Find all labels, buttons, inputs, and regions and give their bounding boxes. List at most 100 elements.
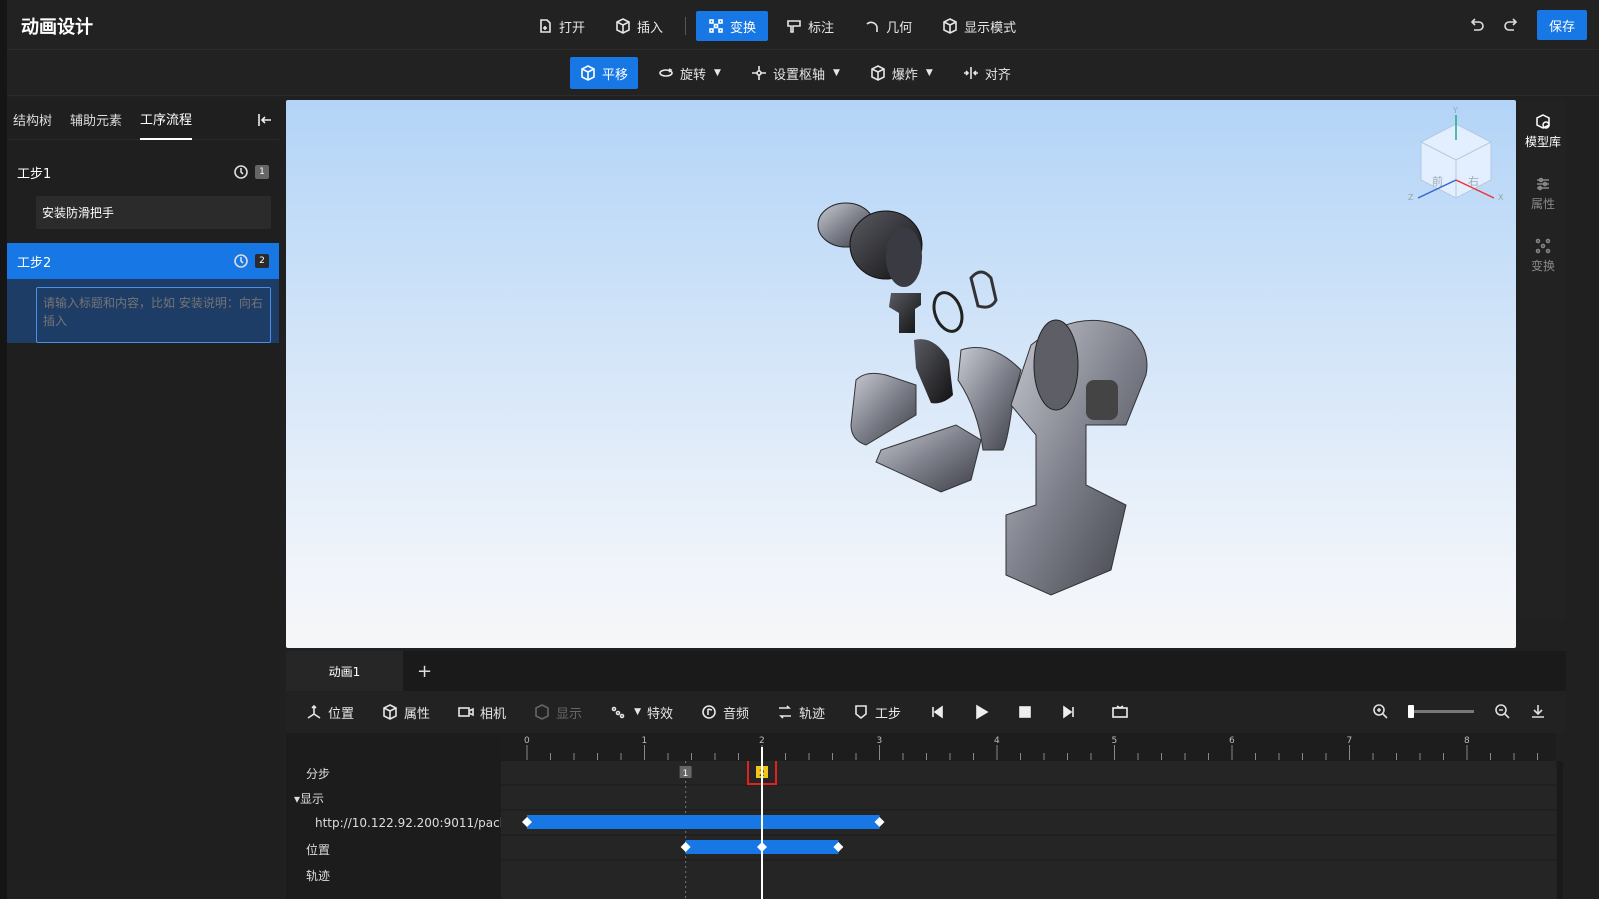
chevron-down-icon: ▼ (832, 68, 840, 78)
previous-frame-icon[interactable] (929, 704, 945, 720)
front-face-label: 前 (1432, 174, 1443, 188)
step-marker: 1 (679, 766, 692, 779)
zoom-slider-knob[interactable] (1408, 704, 1414, 718)
ruler-tick-label: 2 (759, 736, 765, 746)
download-icon[interactable] (1530, 703, 1546, 719)
properties-button[interactable]: 属性 (1520, 162, 1566, 224)
animation-tabs: 动画1 + (286, 651, 1566, 691)
chevron-down-icon: ▼ (714, 68, 721, 78)
align-icon (963, 65, 979, 81)
track-labels: 分步 ▾显示 http://10.122.92.200:9011/pack...… (286, 733, 518, 899)
menu-transform[interactable]: 变换 (696, 11, 769, 41)
top-right-actions: 保存 (1469, 10, 1587, 40)
step-description-input[interactable] (36, 287, 271, 343)
clock-settings-icon[interactable] (233, 253, 249, 269)
model-library-button[interactable]: 模型库 (1520, 100, 1566, 162)
trajectory-icon (777, 704, 793, 720)
3d-viewport[interactable]: Y X Z 前 右 (286, 100, 1516, 648)
step-title: 工步1 (17, 166, 52, 182)
explode-button[interactable]: 爆炸 ▼ (860, 57, 943, 89)
clock-settings-icon[interactable] (233, 164, 249, 180)
left-panel: 结构树 辅助元素 工序流程 工步1 1 安装防滑把手 工步2 2 (7, 100, 279, 880)
track-label-steps: 分步 (306, 767, 331, 781)
step-1[interactable]: 工步1 1 (7, 154, 279, 190)
transform-submenu: 平移 旋转 ▼ 设置枢轴 ▼ 爆炸 ▼ 对齐 (570, 57, 1021, 89)
timeline-toolbar: 位置 属性 相机 显示 ▼ 特效 音频 轨迹 工步 (286, 691, 1566, 733)
add-animation-button[interactable]: + (417, 661, 432, 682)
pivot-icon (751, 65, 767, 81)
display-cube-icon (534, 704, 550, 720)
menu-geometry[interactable]: 几何 (852, 11, 924, 41)
save-button[interactable]: 保存 (1536, 10, 1587, 40)
transform-panel-button[interactable]: 变换 (1520, 224, 1566, 286)
model-library-icon (1536, 113, 1550, 129)
add-trajectory-track-button[interactable]: 轨迹 (777, 703, 825, 722)
menu-separator (685, 17, 687, 35)
tab-auxiliary-elements[interactable]: 辅助元素 (70, 100, 122, 139)
step-icons: 1 (233, 164, 269, 180)
step-title: 工步2 (17, 255, 52, 271)
add-position-track-button[interactable]: 位置 (306, 703, 354, 722)
view-cube: Y X Z 前 右 (1408, 106, 1504, 202)
tab-structure-tree[interactable]: 结构树 (13, 100, 52, 139)
collapse-panel-icon[interactable] (257, 112, 273, 128)
rotate-button[interactable]: 旋转 ▼ (648, 57, 731, 89)
next-frame-icon[interactable] (1061, 704, 1077, 720)
top-toolbar: 动画设计 打开 插入 变换 标注 几何 显示模式 保存 (7, 0, 1599, 50)
transform-icon (708, 18, 724, 34)
redo-icon[interactable] (1503, 17, 1519, 33)
cube-icon (615, 18, 631, 34)
menu-insert[interactable]: 插入 (603, 11, 675, 41)
timeline-zoom-slider[interactable] (1408, 704, 1474, 718)
step-2[interactable]: 工步2 2 (7, 243, 279, 279)
stop-icon[interactable] (1017, 704, 1033, 720)
timeline-zoom-controls (1372, 703, 1546, 719)
camera-icon (458, 704, 474, 720)
right-panel: 模型库 属性 变换 (1520, 100, 1566, 620)
audio-icon (701, 704, 717, 720)
explode-cube-icon (870, 65, 886, 81)
axis-z-label: Z (1408, 193, 1414, 202)
timeline-scrollbar[interactable] (1557, 761, 1563, 899)
playback-mode-icon[interactable] (1105, 704, 1135, 720)
ruler-tick-label: 8 (1464, 736, 1470, 746)
menu-open[interactable]: 打开 (525, 11, 597, 41)
app-window: 动画设计 打开 插入 变换 标注 几何 显示模式 保存 平移 旋转 ▼ 设置枢轴… (7, 0, 1599, 899)
tab-animation-1[interactable]: 动画1 (286, 651, 403, 691)
chevron-down-icon: ▼ (925, 68, 933, 78)
axes-icon (306, 704, 322, 720)
timeline-panel: 动画1 + 位置 属性 相机 显示 ▼ 特效 音频 轨迹 工步 分步 ▾显示 h… (286, 651, 1566, 899)
timeline-tracks[interactable]: 12 (501, 761, 1556, 899)
add-display-track-button[interactable]: 显示 (534, 703, 582, 722)
add-effect-track-button[interactable]: ▼ 特效 (610, 703, 673, 722)
menu-display-mode[interactable]: 显示模式 (930, 11, 1028, 41)
translate-button[interactable]: 平移 (570, 57, 639, 89)
step-icons: 2 (233, 253, 269, 269)
set-pivot-button[interactable]: 设置枢轴 ▼ (741, 57, 850, 89)
add-audio-track-button[interactable]: 音频 (701, 703, 749, 722)
zoom-in-icon[interactable] (1372, 703, 1388, 719)
right-face-label: 右 (1468, 174, 1479, 188)
undo-icon[interactable] (1469, 17, 1485, 33)
drill-model[interactable]: Y X Z 前 右 (286, 100, 1516, 648)
menu-annotate[interactable]: 标注 (774, 11, 846, 41)
timeline-body: 分步 ▾显示 http://10.122.92.200:9011/pack...… (286, 733, 1566, 899)
zoom-out-icon[interactable] (1494, 703, 1510, 719)
time-ruler[interactable]: 0 1 2 3 4 5 6 7 8 (501, 733, 1556, 761)
track-label-display[interactable]: ▾显示 (294, 790, 324, 807)
align-button[interactable]: 对齐 (953, 57, 1021, 89)
chevron-down-icon: ▼ (634, 707, 641, 717)
sliders-icon (1537, 177, 1549, 190)
play-icon[interactable] (973, 704, 989, 720)
add-property-track-button[interactable]: 属性 (382, 703, 430, 722)
sub-toolbar: 平移 旋转 ▼ 设置枢轴 ▼ 爆炸 ▼ 对齐 (7, 51, 1599, 96)
step-2-editor (7, 279, 279, 343)
add-camera-track-button[interactable]: 相机 (458, 703, 506, 722)
track-keyframes[interactable]: 12 (501, 761, 1556, 899)
rotate-icon (658, 65, 674, 81)
step-1-item[interactable]: 安装防滑把手 (36, 196, 271, 229)
tab-process-flow[interactable]: 工序流程 (140, 99, 193, 140)
step-badge: 1 (255, 165, 269, 179)
transform-grid-icon (1535, 238, 1551, 253)
add-step-track-button[interactable]: 工步 (853, 703, 901, 722)
